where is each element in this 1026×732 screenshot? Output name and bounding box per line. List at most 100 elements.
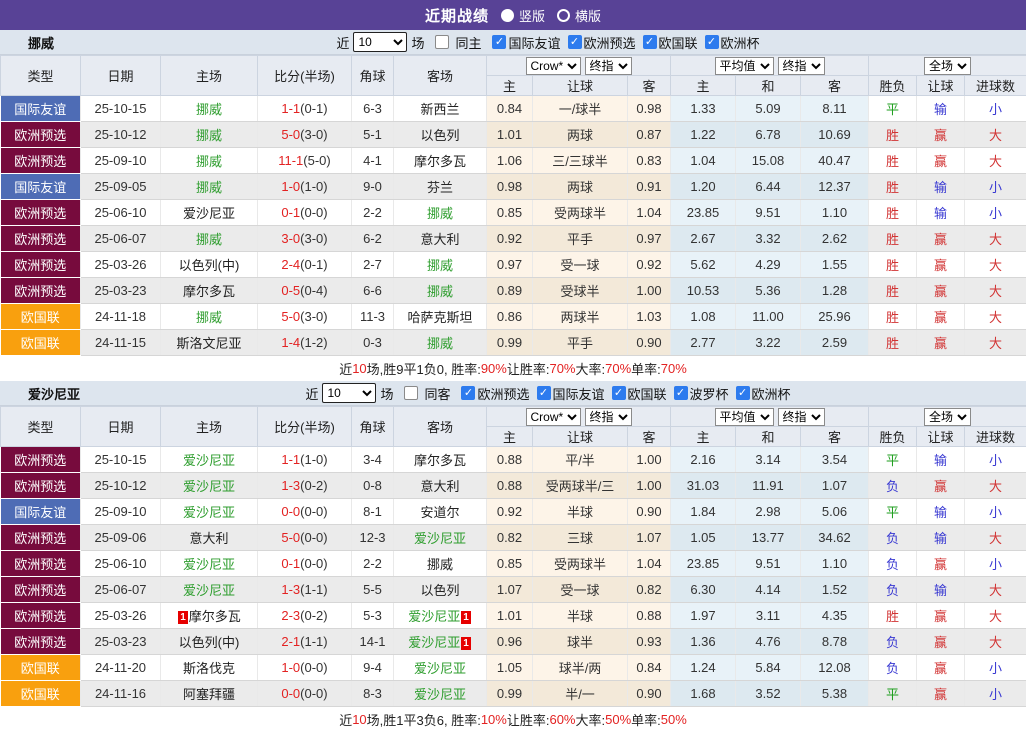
summary-segment: 单率: [631, 710, 661, 729]
odds-home-cell: 0.98 [487, 174, 533, 200]
full-time-score: 1-0 [281, 179, 300, 194]
half-time-score: (0-2) [300, 478, 327, 493]
away-team-cell: 以色列 [394, 577, 487, 603]
odds-handicap-cell: 平手 [533, 226, 628, 252]
summary-segment: 近 [339, 710, 352, 729]
same-venue-checkbox[interactable] [435, 35, 449, 49]
summary-segment: 10 [352, 361, 366, 376]
avg-draw-cell: 5.84 [736, 655, 801, 681]
table-row: 欧洲预选25-03-26以色列(中)2-4(0-1)2-7挪威0.97受一球0.… [1, 252, 1026, 278]
odds-home-cell: 1.01 [487, 603, 533, 629]
filter-checkbox[interactable]: ✓ [537, 386, 551, 400]
away-team-cell: 挪威 [394, 200, 487, 226]
away-team-name: 安道尔 [420, 505, 459, 520]
table-row: 国际友谊25-09-05挪威1-0(1-0)9-0芬兰0.98两球0.911.2… [1, 174, 1026, 200]
matches-label: 场 [380, 384, 393, 403]
result-handicap-cell: 赢 [917, 681, 965, 707]
result-goals-cell: 小 [965, 681, 1026, 707]
type-cell: 欧国联 [1, 655, 81, 681]
odds-away-cell: 0.87 [628, 122, 671, 148]
odds-source-select[interactable]: Crow* [526, 57, 581, 75]
avg-away-cell: 12.37 [801, 174, 869, 200]
radio-horizontal-icon[interactable] [557, 9, 570, 22]
filter-checkbox[interactable]: ✓ [705, 35, 719, 49]
table-row: 欧洲预选25-03-23摩尔多瓦0-5(0-4)6-6挪威0.89受球半1.00… [1, 278, 1026, 304]
recent-count-select[interactable]: 10 [353, 32, 407, 52]
avg-time-select[interactable]: 终指 [778, 57, 825, 75]
filter-checkbox[interactable]: ✓ [461, 386, 475, 400]
period-select[interactable]: 全场 [924, 408, 971, 426]
avg-home-cell: 1.05 [671, 525, 736, 551]
filter-checkbox[interactable]: ✓ [643, 35, 657, 49]
date-cell: 25-10-15 [81, 96, 161, 122]
results-table: 类型 日期 主场 比分(半场) 角球 客场 Crow*终指 平均值终指 全场 [0, 55, 1026, 356]
odds-home-cell: 0.89 [487, 278, 533, 304]
radio-vertical-icon[interactable] [501, 9, 514, 22]
filter-checkbox[interactable]: ✓ [612, 386, 626, 400]
filter-label: 欧洲预选 [584, 33, 636, 52]
col-header-avg-away: 客 [801, 427, 869, 447]
avg-home-cell: 1.04 [671, 148, 736, 174]
result-outcome-cell: 胜 [869, 148, 917, 174]
home-team-name: 斯洛文尼亚 [176, 336, 241, 351]
col-header-outcome: 胜负 [869, 76, 917, 96]
full-time-score: 1-3 [281, 478, 300, 493]
odds-away-cell: 0.90 [628, 681, 671, 707]
layout-option-horizontal[interactable]: 横版 [557, 6, 601, 25]
half-time-score: (0-4) [300, 283, 327, 298]
team-name: 爱沙尼亚 [28, 384, 80, 403]
corners-cell: 2-7 [352, 252, 394, 278]
avg-away-cell: 5.38 [801, 681, 869, 707]
period-select[interactable]: 全场 [924, 57, 971, 75]
score-cell: 1-1(0-1) [258, 96, 352, 122]
away-team-name: 意大利 [420, 232, 459, 247]
filter-checkbox[interactable]: ✓ [568, 35, 582, 49]
corners-cell: 6-3 [352, 96, 394, 122]
odds-handicap-cell: 受两球半 [533, 551, 628, 577]
filter-checkbox[interactable]: ✓ [492, 35, 506, 49]
layout-option-vertical[interactable]: 竖版 [501, 6, 545, 25]
home-team-name: 挪威 [196, 102, 222, 117]
away-team-name: 爱沙尼亚 [408, 635, 460, 650]
result-handicap-cell: 赢 [917, 226, 965, 252]
avg-away-cell: 1.10 [801, 200, 869, 226]
date-cell: 25-06-10 [81, 200, 161, 226]
team-section: 爱沙尼亚 近 10 场 同客 ✓欧洲预选✓国际友谊✓欧国联✓波罗杯✓欧洲杯 类型 [0, 381, 1026, 732]
date-cell: 25-09-10 [81, 148, 161, 174]
home-team-cell: 挪威 [161, 122, 258, 148]
away-team-cell: 新西兰 [394, 96, 487, 122]
recent-count-select[interactable]: 10 [322, 383, 376, 403]
full-time-score: 2-3 [281, 608, 300, 623]
result-outcome-cell: 胜 [869, 174, 917, 200]
radio-vertical-label: 竖版 [519, 6, 545, 25]
col-header-odds-handicap: 让球 [533, 76, 628, 96]
table-row: 欧洲预选25-09-06意大利5-0(0-0)12-3爱沙尼亚0.82三球1.0… [1, 525, 1026, 551]
avg-source-select[interactable]: 平均值 [715, 408, 774, 426]
avg-away-cell: 1.07 [801, 473, 869, 499]
odds-handicap-cell: 两球半 [533, 304, 628, 330]
filter-checkbox[interactable]: ✓ [736, 386, 750, 400]
col-header-away: 客场 [394, 56, 487, 96]
odds-home-cell: 0.86 [487, 304, 533, 330]
filter-checkbox[interactable]: ✓ [674, 386, 688, 400]
avg-home-cell: 1.22 [671, 122, 736, 148]
half-time-score: (1-1) [300, 582, 327, 597]
results-table-body: 国际友谊25-10-15挪威1-1(0-1)6-3新西兰0.84一/球半0.98… [1, 96, 1026, 356]
date-cell: 25-03-23 [81, 278, 161, 304]
summary-segment: 70% [605, 361, 631, 376]
toolbar-controls: 近 10 场 同主 ✓国际友谊✓欧洲预选✓欧国联✓欧洲杯 [336, 32, 759, 52]
avg-away-cell: 34.62 [801, 525, 869, 551]
avg-time-select[interactable]: 终指 [778, 408, 825, 426]
odds-time-select[interactable]: 终指 [585, 57, 632, 75]
avg-draw-cell: 3.32 [736, 226, 801, 252]
avg-source-select[interactable]: 平均值 [715, 57, 774, 75]
result-goals-cell: 大 [965, 304, 1026, 330]
odds-time-select[interactable]: 终指 [585, 408, 632, 426]
type-cell: 国际友谊 [1, 174, 81, 200]
odds-source-select[interactable]: Crow* [526, 408, 581, 426]
type-cell: 国际友谊 [1, 499, 81, 525]
score-cell: 5-0(3-0) [258, 304, 352, 330]
same-venue-checkbox[interactable] [404, 386, 418, 400]
result-handicap-cell: 赢 [917, 603, 965, 629]
corners-cell: 12-3 [352, 525, 394, 551]
